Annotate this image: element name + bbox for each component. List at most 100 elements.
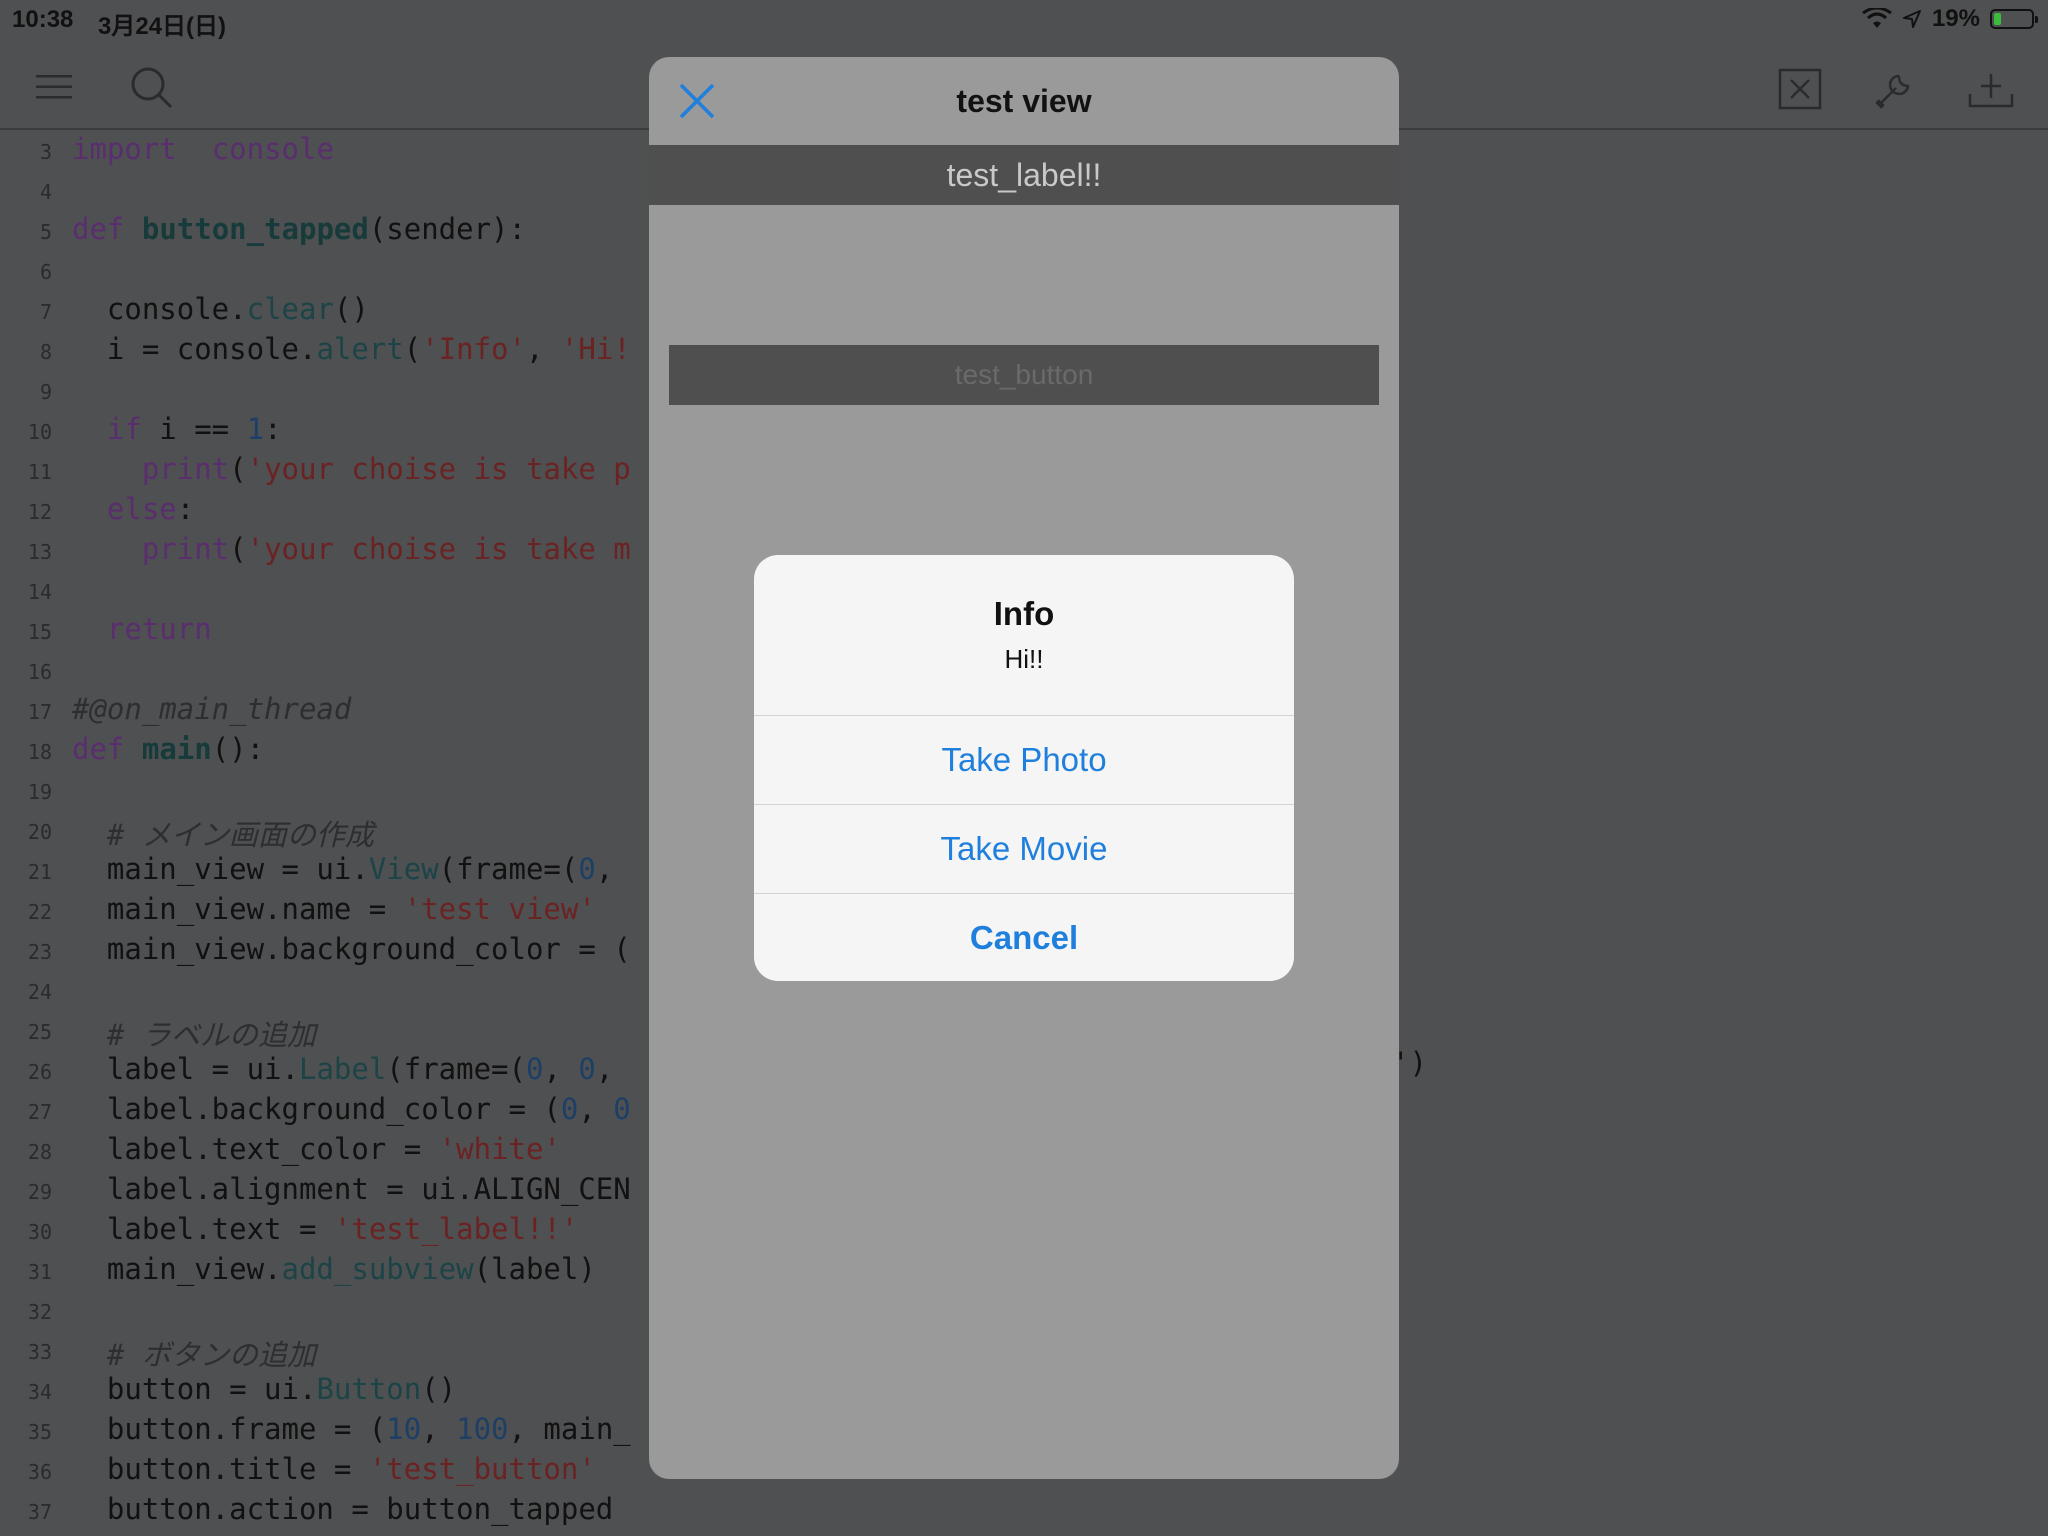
code-token: button.action = button_tapped xyxy=(72,1492,614,1526)
line-number: 18 xyxy=(27,740,52,764)
code-token: 'white' xyxy=(438,1132,561,1166)
status-bar: 10:38 3月24日(日) 19% xyxy=(0,0,2048,40)
line-number: 13 xyxy=(27,540,52,564)
code-token: 0 xyxy=(613,1092,631,1126)
line-number: 34 xyxy=(27,1380,52,1404)
code-token: def xyxy=(72,732,125,766)
wifi-icon xyxy=(1862,8,1892,28)
add-icon[interactable] xyxy=(1968,70,2014,110)
code-token: , xyxy=(595,852,614,886)
location-arrow-icon xyxy=(1902,10,1921,28)
line-number: 27 xyxy=(27,1100,52,1124)
code-token: 100 xyxy=(456,1412,509,1446)
line-number: 4 xyxy=(39,180,52,204)
code-token: main xyxy=(141,732,212,766)
code-token: # ラベルの追加 xyxy=(106,1018,316,1052)
code-text: #@on_main_thread xyxy=(72,692,351,726)
hamburger-icon[interactable] xyxy=(36,74,72,100)
line-number: 24 xyxy=(27,980,52,1004)
code-token: label.text = xyxy=(72,1212,334,1246)
line-number: 26 xyxy=(27,1060,52,1084)
line-number: 31 xyxy=(27,1260,52,1284)
line-number: 25 xyxy=(27,1020,52,1044)
close-box-icon[interactable] xyxy=(1778,68,1822,110)
code-text: label.text = 'test_label!!' xyxy=(72,1212,578,1246)
code-text: def button_tapped(sender): xyxy=(72,212,526,246)
code-token: button = ui. xyxy=(72,1372,317,1406)
code-text: # メイン画面の作成 xyxy=(72,812,374,854)
code-text: else: xyxy=(72,492,194,526)
status-date: 3月24日(日) xyxy=(98,13,227,40)
line-number: 14 xyxy=(27,580,52,604)
code-token: console. xyxy=(72,292,247,326)
code-token: main_view.background_color = ( xyxy=(72,932,631,966)
code-token: 0 xyxy=(560,1092,579,1126)
code-text: # ラベルの追加 xyxy=(72,1012,316,1054)
code-text: button = ui.Button() xyxy=(72,1372,456,1406)
code-text: main_view.add_subview(label) xyxy=(72,1252,596,1286)
code-text: button.frame = (10, 100, main_ xyxy=(72,1412,631,1446)
line-number: 15 xyxy=(27,620,52,644)
test-button[interactable]: test_button xyxy=(669,345,1379,405)
search-icon[interactable] xyxy=(130,66,174,110)
code-token: button.frame = ( xyxy=(72,1412,387,1446)
code-token: , xyxy=(595,1052,614,1086)
code-token: # メイン画面の作成 xyxy=(106,818,374,852)
status-right: 19% xyxy=(1862,5,2038,33)
code-text: # ボタンの追加 xyxy=(72,1332,316,1374)
code-text: main_view.name = 'test view' xyxy=(72,892,596,926)
code-text: return xyxy=(72,612,212,646)
battery-fill xyxy=(1994,13,2001,25)
code-token: print xyxy=(141,532,230,566)
code-token: 10 xyxy=(386,1412,422,1446)
sheet-title: test view xyxy=(956,83,1092,119)
line-number: 32 xyxy=(27,1300,52,1324)
code-text: label.background_color = (0, 0 xyxy=(72,1092,631,1126)
code-token: 1 xyxy=(246,412,265,446)
code-token: main_view. xyxy=(72,1252,282,1286)
code-text: i = console.alert('Info', 'Hi! xyxy=(72,332,631,366)
cancel-button[interactable]: Cancel xyxy=(754,893,1294,981)
line-number: 28 xyxy=(27,1140,52,1164)
code-token: print xyxy=(141,452,230,486)
code-token: , xyxy=(421,1412,457,1446)
code-token: main_view.name = xyxy=(72,892,404,926)
code-token: 'test_button' xyxy=(368,1452,596,1486)
code-token: (frame=( xyxy=(386,1052,526,1086)
code-token: 'Info' xyxy=(421,332,526,366)
code-token: label.background_color = ( xyxy=(72,1092,561,1126)
code-token: ( xyxy=(403,332,422,366)
code-text: import console xyxy=(72,132,334,166)
code-text: def main(): xyxy=(72,732,264,766)
line-number: 3 xyxy=(39,140,52,164)
code-token: label = ui. xyxy=(72,1052,299,1086)
code-token: console xyxy=(211,132,334,166)
code-token: Label xyxy=(298,1052,387,1086)
status-time: 10:38 xyxy=(12,6,74,33)
line-number: 7 xyxy=(39,300,52,324)
code-token: (frame=( xyxy=(438,852,579,886)
line-number: 17 xyxy=(27,700,52,724)
code-token: 'your choise is take p xyxy=(246,452,631,486)
wrench-icon[interactable] xyxy=(1874,68,1916,110)
take-movie-button[interactable]: Take Movie xyxy=(754,804,1294,893)
line-number: 37 xyxy=(27,1500,52,1524)
code-token: main_view = ui. xyxy=(72,852,369,886)
line-number: 20 xyxy=(27,820,52,844)
line-number: 9 xyxy=(39,380,52,404)
code-token: import xyxy=(72,132,177,166)
code-token: (): xyxy=(211,732,265,766)
code-token: () xyxy=(421,1372,457,1406)
code-token: button_tapped xyxy=(141,212,369,246)
take-photo-button[interactable]: Take Photo xyxy=(754,715,1294,804)
alert-dialog: Info Hi!! Take Photo Take Movie Cancel xyxy=(754,555,1294,981)
code-line[interactable]: 37 button.action = button_tapped xyxy=(0,1490,2048,1530)
